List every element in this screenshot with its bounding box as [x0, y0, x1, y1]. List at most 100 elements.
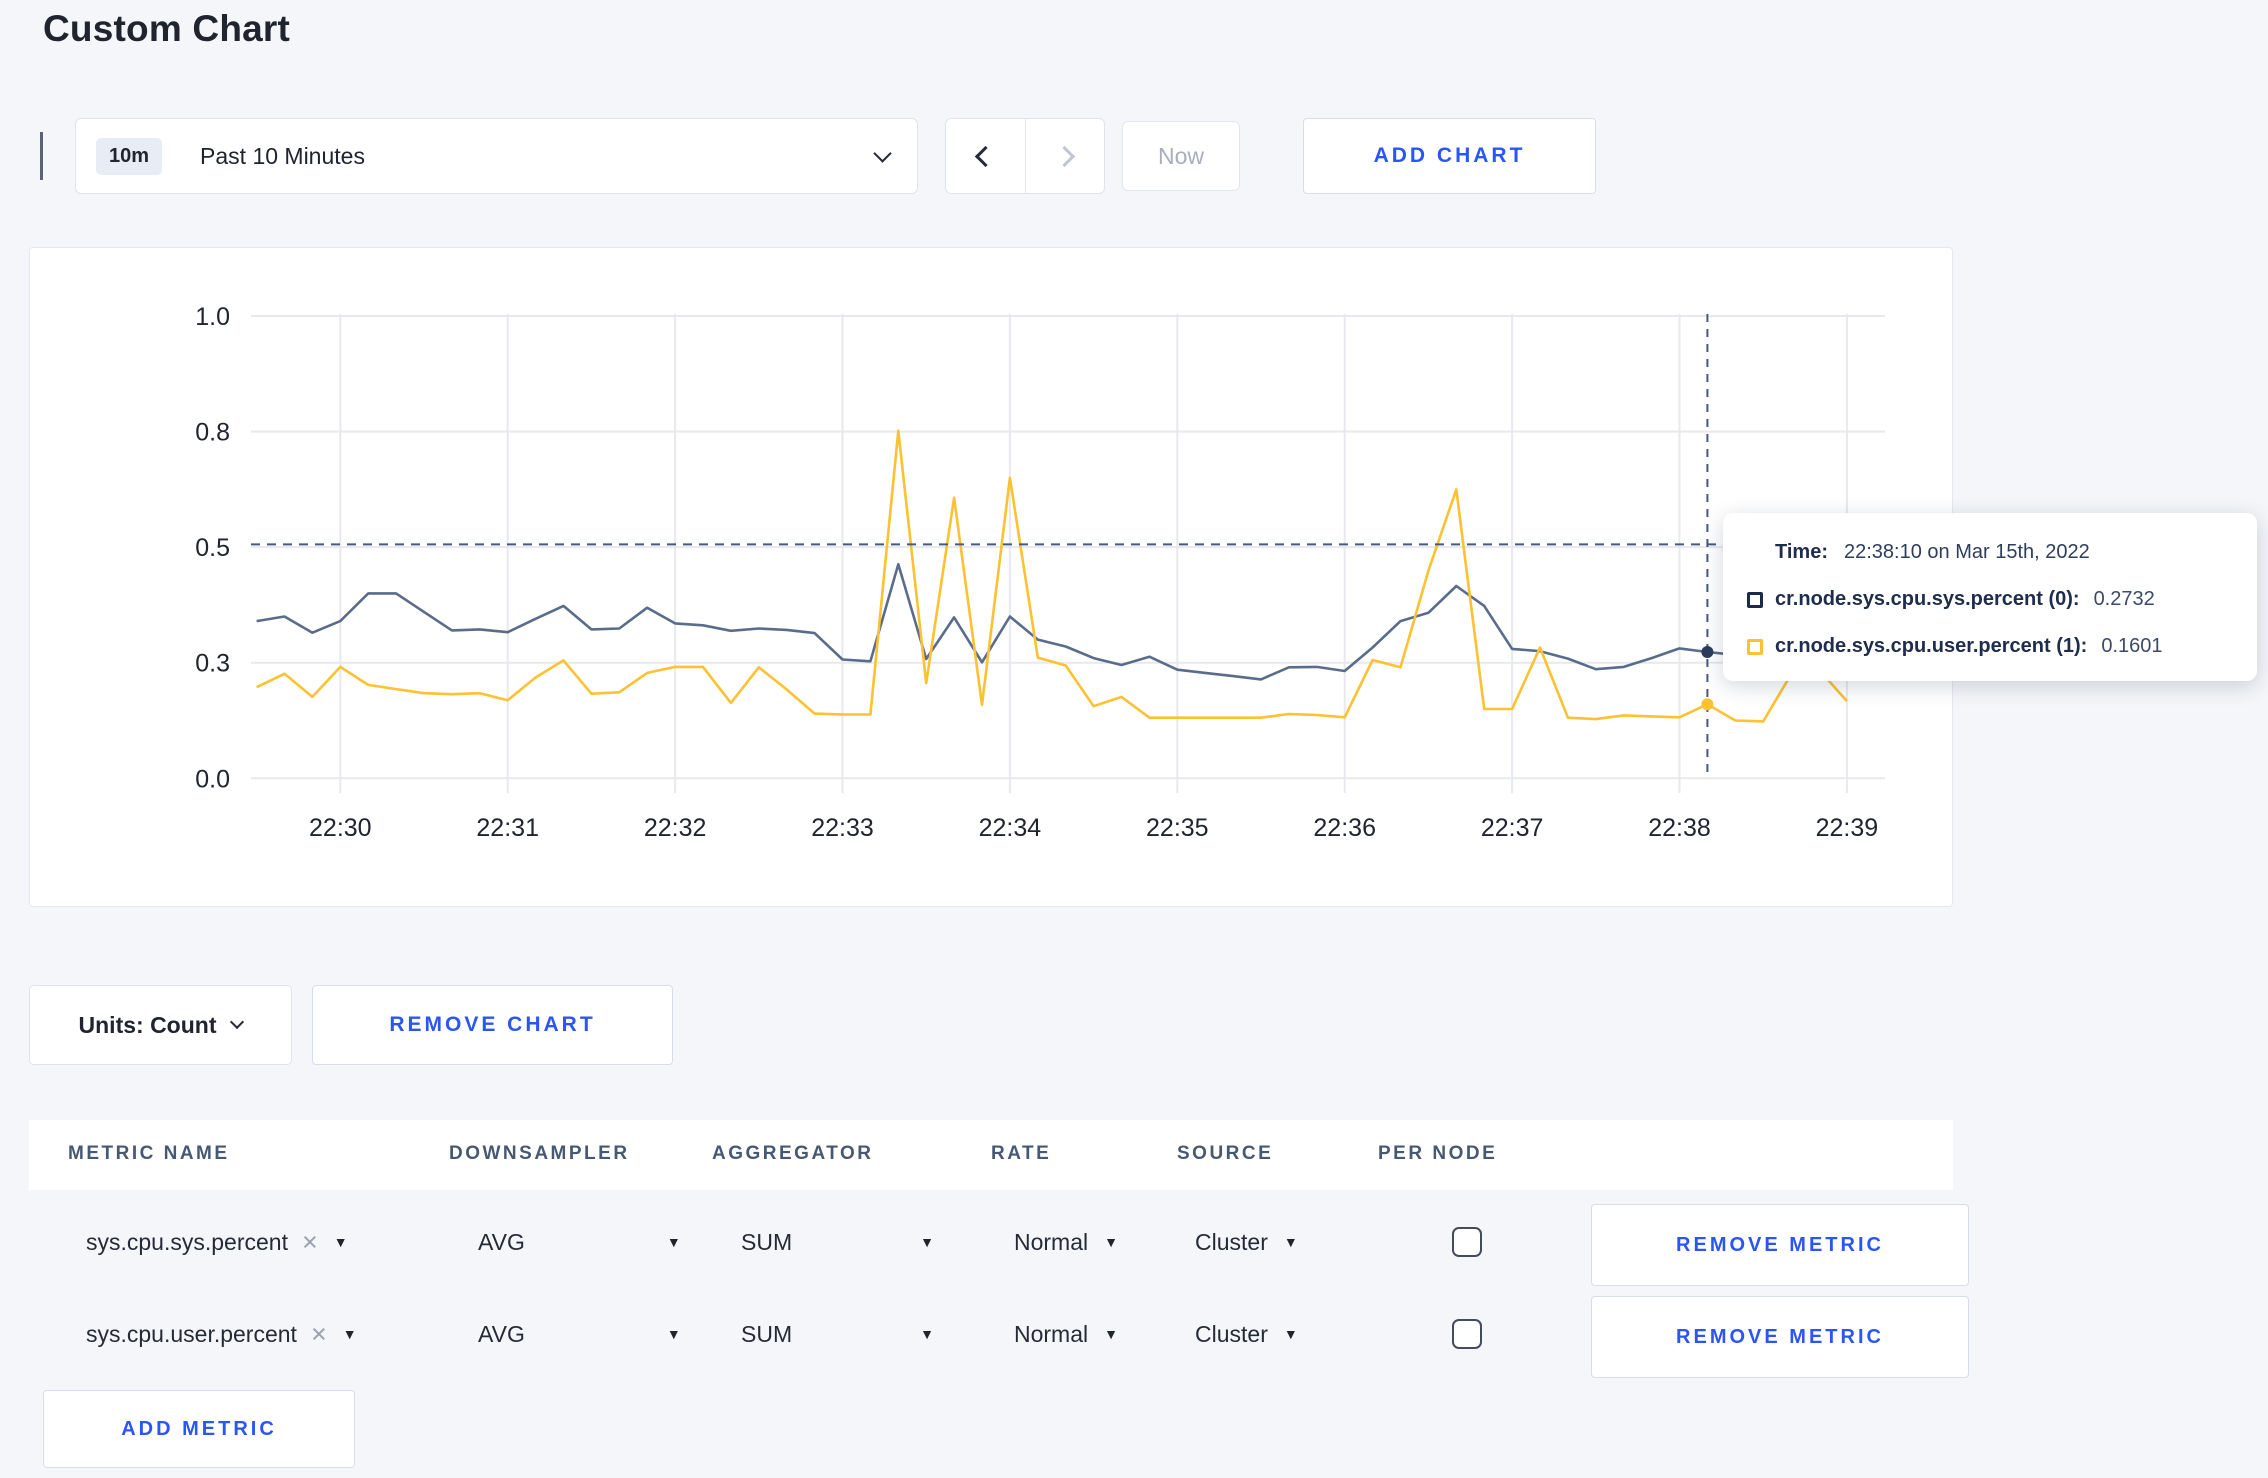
- chevron-down-icon: [873, 143, 892, 163]
- metric-name-select[interactable]: sys.cpu.user.percent × ▼: [86, 1290, 357, 1378]
- x-tick-label: 22:31: [476, 814, 539, 842]
- tooltip-series-label: cr.node.sys.cpu.sys.percent (0):: [1775, 588, 2080, 610]
- y-tick-label: 1.0: [195, 303, 230, 331]
- x-tick-label: 22:36: [1313, 814, 1376, 842]
- next-time-button[interactable]: [1026, 119, 1105, 193]
- remove-metric-button[interactable]: REMOVE METRIC: [1591, 1204, 1969, 1286]
- tooltip-time-value: 22:38:10 on Mar 15th, 2022: [1843, 541, 2090, 563]
- metrics-table-header: METRIC NAME DOWNSAMPLER AGGREGATOR RATE …: [29, 1120, 1953, 1190]
- caret-down-icon: ▼: [666, 1234, 681, 1250]
- time-range-label: Past 10 Minutes: [200, 142, 365, 169]
- caret-down-icon: ▼: [333, 1234, 348, 1250]
- y-tick-label: 0.5: [195, 534, 230, 562]
- aggregator-select[interactable]: SUM ▼: [741, 1198, 934, 1286]
- y-tick-label: 0.8: [195, 419, 230, 447]
- metric-name-value: sys.cpu.sys.percent: [86, 1228, 288, 1255]
- remove-metric-button[interactable]: REMOVE METRIC: [1591, 1296, 1969, 1378]
- x-tick-label: 22:34: [979, 814, 1042, 842]
- x-tick-label: 22:30: [309, 814, 372, 842]
- units-dropdown[interactable]: Units: Count: [29, 985, 292, 1065]
- column-header-aggregator: AGGREGATOR: [712, 1143, 874, 1164]
- per-node-cell: [1452, 1290, 1482, 1378]
- clear-metric-icon[interactable]: ×: [311, 1320, 327, 1348]
- chart-canvas[interactable]: 0.0 0.3 0.5 0.8 1.0 22:30 22:31 22:32 22:33 22:34…: [30, 248, 1954, 908]
- downsampler-select[interactable]: AVG ▼: [478, 1290, 681, 1378]
- rate-select[interactable]: Normal ▼: [1014, 1290, 1118, 1378]
- rate-value: Normal: [1014, 1228, 1089, 1255]
- page-title: Custom Chart: [43, 8, 291, 49]
- caret-down-icon: ▼: [920, 1234, 934, 1250]
- source-value: Cluster: [1195, 1320, 1268, 1347]
- x-tick-label: 22:39: [1816, 814, 1879, 842]
- y-tick-label: 0.0: [195, 765, 230, 793]
- x-tick-label: 22:33: [811, 814, 874, 842]
- clear-metric-icon[interactable]: ×: [302, 1228, 318, 1256]
- caret-down-icon: ▼: [342, 1326, 357, 1342]
- tooltip-time-label: Time:: [1775, 541, 1828, 563]
- time-nav-group: [945, 118, 1105, 194]
- x-tick-label: 22:35: [1146, 814, 1209, 842]
- series-user-line: [256, 429, 1848, 723]
- caret-down-icon: ▼: [666, 1326, 681, 1342]
- aggregator-select[interactable]: SUM ▼: [741, 1290, 934, 1378]
- sys-series-legend-icon: [1747, 591, 1763, 608]
- x-tick-label: 22:32: [644, 814, 707, 842]
- downsampler-value: AVG: [478, 1320, 525, 1347]
- column-header-metric-name: METRIC NAME: [68, 1143, 230, 1164]
- chart-card: 0.0 0.3 0.5 0.8 1.0 22:30 22:31 22:32 22:33 22:34…: [29, 247, 1953, 907]
- hover-dot-user: [1701, 698, 1714, 711]
- time-range-dropdown[interactable]: 10m Past 10 Minutes: [75, 118, 918, 194]
- caret-down-icon: ▼: [1283, 1326, 1298, 1342]
- caret-down-icon: ▼: [1104, 1234, 1118, 1250]
- remove-chart-button[interactable]: REMOVE CHART: [312, 985, 673, 1065]
- chart-tooltip: Time: 22:38:10 on Mar 15th, 2022 cr.node…: [1723, 513, 2257, 681]
- hover-dot-sys: [1701, 645, 1714, 658]
- remove-metric-cell: REMOVE METRIC: [1591, 1201, 1969, 1289]
- downsampler-select[interactable]: AVG ▼: [478, 1198, 681, 1286]
- column-header-downsampler: DOWNSAMPLER: [449, 1143, 630, 1164]
- chevron-right-icon: [1054, 145, 1076, 167]
- chevron-down-icon: [230, 1014, 245, 1030]
- tooltip-series-label: cr.node.sys.cpu.user.percent (1):: [1775, 635, 2088, 657]
- metric-name-select[interactable]: sys.cpu.sys.percent × ▼: [86, 1198, 348, 1286]
- downsampler-value: AVG: [478, 1228, 525, 1255]
- source-select[interactable]: Cluster ▼: [1195, 1198, 1298, 1286]
- tooltip-series-value: 0.2732: [2093, 588, 2155, 610]
- column-header-source: SOURCE: [1177, 1143, 1274, 1164]
- tooltip-time-row: Time: 22:38:10 on Mar 15th, 2022: [1747, 529, 2257, 576]
- rate-value: Normal: [1014, 1320, 1089, 1347]
- rate-select[interactable]: Normal ▼: [1014, 1198, 1118, 1286]
- add-metric-button[interactable]: ADD METRIC: [43, 1390, 355, 1468]
- tooltip-series-value: 0.1601: [2101, 635, 2163, 657]
- prev-time-button[interactable]: [946, 119, 1026, 193]
- y-tick-label: 0.3: [195, 650, 230, 678]
- toolbar-divider: [40, 132, 43, 180]
- add-chart-button[interactable]: ADD CHART: [1303, 118, 1596, 194]
- custom-chart-page: Custom Chart 10m Past 10 Minutes Now ADD…: [0, 0, 2268, 1478]
- now-button[interactable]: Now: [1122, 121, 1240, 191]
- column-header-rate: RATE: [991, 1143, 1052, 1164]
- per-node-cell: [1452, 1198, 1482, 1286]
- source-value: Cluster: [1195, 1228, 1268, 1255]
- x-tick-label: 22:38: [1648, 814, 1711, 842]
- units-label: Units: Count: [78, 1011, 217, 1038]
- caret-down-icon: ▼: [920, 1326, 934, 1342]
- caret-down-icon: ▼: [1283, 1234, 1298, 1250]
- per-node-checkbox[interactable]: [1452, 1319, 1482, 1349]
- tooltip-series-row: cr.node.sys.cpu.user.percent (1): 0.1601: [1747, 623, 2257, 670]
- aggregator-value: SUM: [741, 1228, 793, 1255]
- user-series-legend-icon: [1747, 638, 1763, 655]
- tooltip-series-row: cr.node.sys.cpu.sys.percent (0): 0.2732: [1747, 576, 2257, 623]
- caret-down-icon: ▼: [1104, 1326, 1118, 1342]
- column-header-per-node: PER NODE: [1378, 1143, 1498, 1164]
- aggregator-value: SUM: [741, 1320, 793, 1347]
- metric-row: sys.cpu.sys.percent × ▼ AVG ▼ SUM ▼ Norm…: [29, 1198, 1969, 1286]
- x-tick-label: 22:37: [1481, 814, 1544, 842]
- time-range-badge: 10m: [96, 137, 163, 175]
- source-select[interactable]: Cluster ▼: [1195, 1290, 1298, 1378]
- remove-metric-cell: REMOVE METRIC: [1591, 1293, 1969, 1381]
- metric-name-value: sys.cpu.user.percent: [86, 1320, 297, 1347]
- chevron-left-icon: [974, 145, 996, 167]
- per-node-checkbox[interactable]: [1452, 1227, 1482, 1257]
- metric-row: sys.cpu.user.percent × ▼ AVG ▼ SUM ▼ Nor…: [29, 1290, 1969, 1378]
